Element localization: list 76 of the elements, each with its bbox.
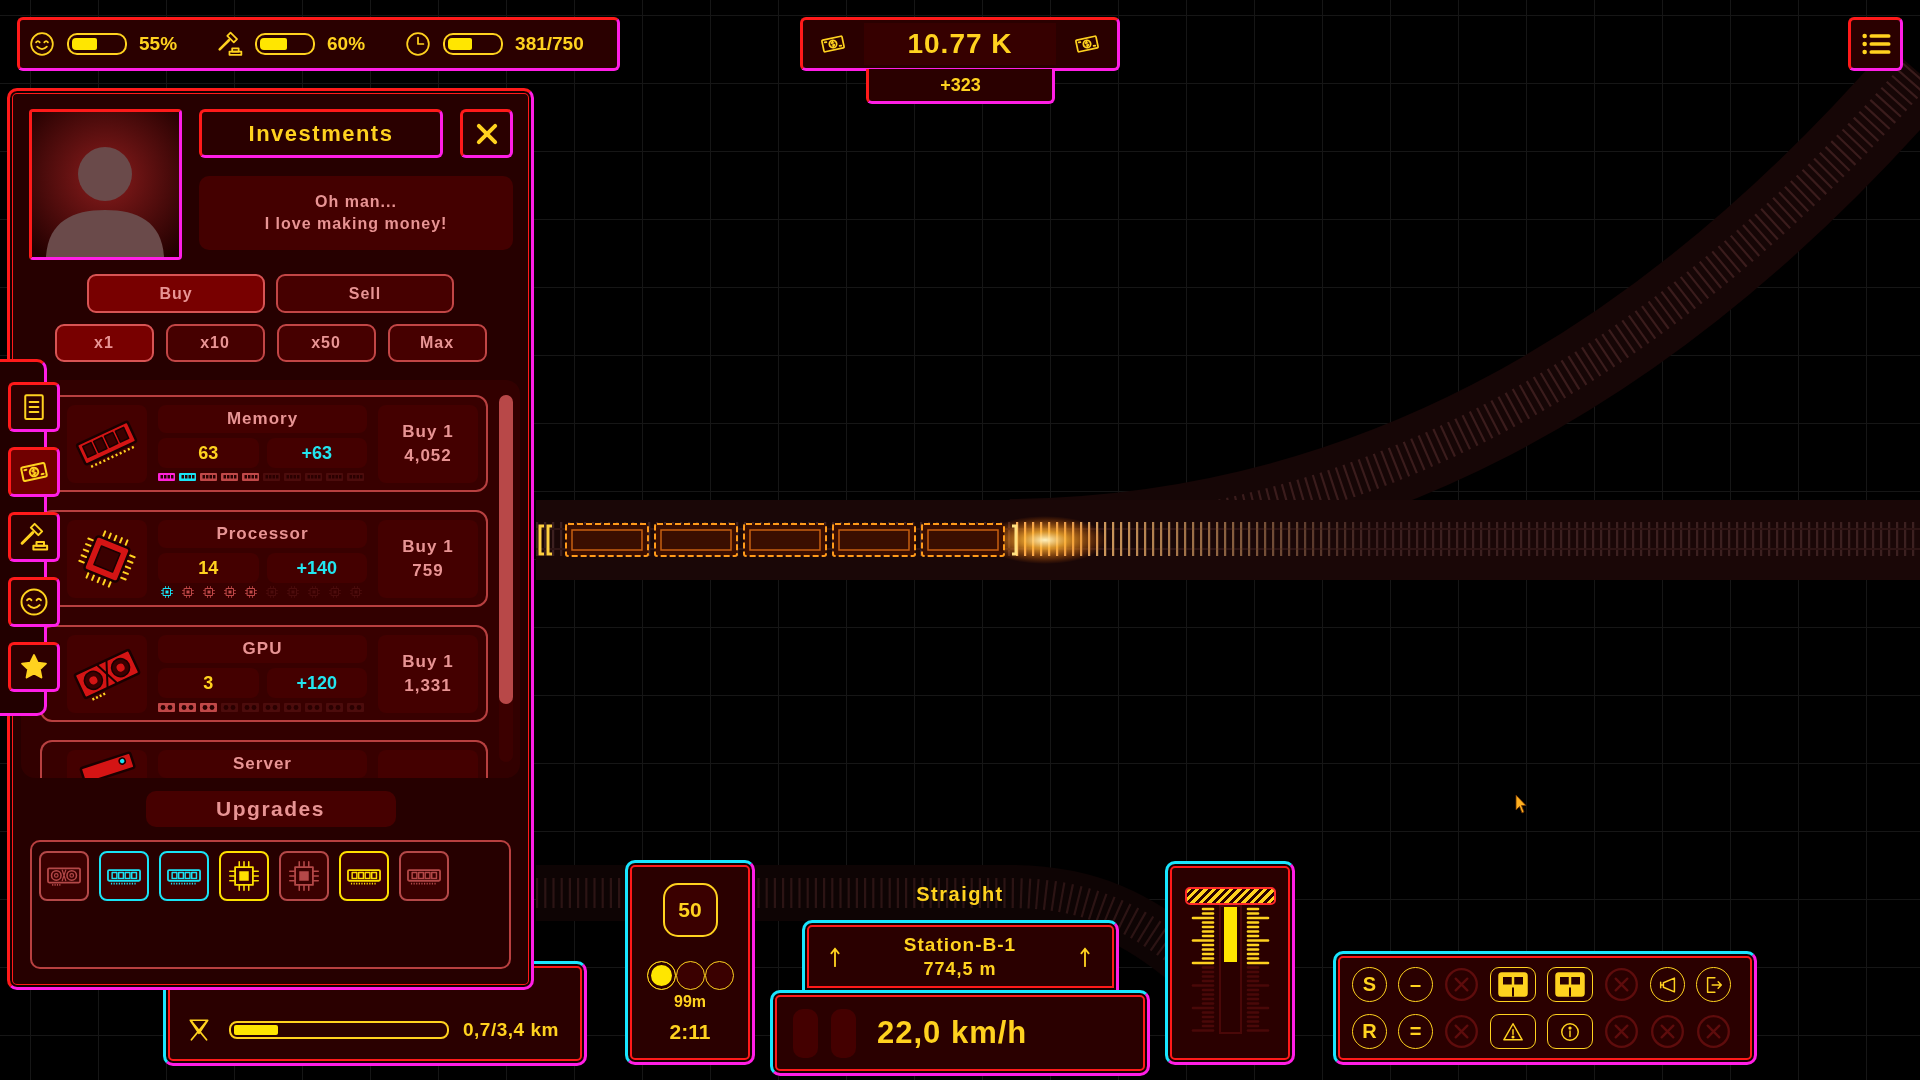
side-tab[interactable] (8, 512, 60, 562)
throttle-handle[interactable] (1184, 887, 1276, 905)
speed-reading: 22,0 km/h (877, 1015, 1028, 1051)
control-button[interactable]: S (1352, 967, 1387, 1002)
memory-icon (67, 405, 147, 483)
gpu-icon (67, 635, 147, 713)
money-amount: 10.77 K (864, 23, 1056, 65)
income-rate: +140 (266, 553, 367, 583)
income-rate: +120 (266, 668, 367, 698)
exit-button[interactable] (1696, 967, 1731, 1002)
info-icon (1559, 1020, 1581, 1043)
menu-button[interactable] (1848, 17, 1903, 71)
stat-reading: 55% (139, 33, 178, 55)
close-button[interactable] (460, 109, 513, 158)
item-name: Processor (158, 520, 367, 548)
owned-count: 63 (158, 438, 259, 468)
gavel-icon (19, 522, 49, 552)
doors-icon (1555, 972, 1585, 997)
station-distance: 774,5 m (923, 958, 997, 980)
smile-icon (19, 587, 49, 617)
side-tab[interactable] (8, 642, 60, 692)
warning-button[interactable] (1490, 1014, 1536, 1049)
arrow-up-icon (1079, 945, 1092, 968)
arrow-up-icon (828, 945, 841, 968)
signal-time: 2:11 (669, 1020, 711, 1044)
cross-icon (1444, 1014, 1479, 1049)
cross-icon (1650, 1014, 1685, 1049)
buy-button[interactable]: Buy 1 759 (378, 520, 478, 598)
income-display: +323 (866, 69, 1055, 104)
trip-reading: 0,7/3,4 km (463, 1019, 559, 1041)
panel-title: Investments (199, 109, 443, 158)
cross-icon (1604, 967, 1639, 1002)
star-icon (19, 652, 49, 682)
quantity-tab[interactable]: x50 (276, 324, 376, 362)
station-name: Station-B-1 (903, 933, 1017, 956)
warning-icon (1502, 1020, 1524, 1043)
control-button[interactable]: – (1398, 967, 1433, 1002)
info-button[interactable] (1547, 1014, 1593, 1049)
quantity-tab[interactable]: x10 (165, 324, 265, 362)
cursor-icon (1515, 794, 1527, 814)
item-name: Memory (158, 405, 367, 433)
speech-bubble: Oh man... I love making money! (199, 176, 513, 250)
doors-icon (1498, 972, 1528, 997)
speed-limit-sign: 50 (662, 883, 718, 937)
control-button[interactable]: R (1352, 1014, 1387, 1049)
cross-icon (1444, 967, 1479, 1002)
track-label: Straight (916, 883, 1004, 906)
doors-button[interactable] (1490, 967, 1536, 1002)
scrollbar-thumb[interactable] (499, 395, 513, 704)
cross-icon (1604, 1014, 1639, 1049)
stat-reading: 60% (327, 33, 366, 55)
buy-button[interactable]: Buy 1 1,331 (378, 635, 478, 713)
mode-tab[interactable]: Sell (276, 274, 454, 313)
item-name: Server (158, 750, 367, 778)
quantity-tab[interactable]: x1 (54, 324, 154, 362)
side-tab[interactable] (8, 382, 60, 432)
chip-icon (67, 520, 147, 598)
stat-reading: 381/750 (515, 33, 584, 55)
gavel-icon (217, 31, 244, 57)
cross-icon (1696, 1014, 1731, 1049)
item-name: GPU (158, 635, 367, 663)
smile-icon (29, 31, 55, 57)
owned-count: 14 (158, 553, 259, 583)
mode-tab[interactable]: Buy (87, 274, 265, 313)
side-tab[interactable] (8, 447, 60, 497)
doors-button[interactable] (1547, 967, 1593, 1002)
side-tab[interactable] (8, 577, 60, 627)
signal-distance: 99m (674, 993, 706, 1011)
buy-button[interactable]: Buy 1 4,052 (378, 405, 478, 483)
clock-icon (405, 31, 432, 57)
owned-count: 3 (158, 668, 259, 698)
horn-button[interactable] (1650, 967, 1685, 1002)
control-button[interactable]: = (1398, 1014, 1433, 1049)
quantity-tab[interactable]: Max (387, 324, 487, 362)
section-title: Upgrades (145, 791, 396, 827)
income-rate: +63 (266, 438, 367, 468)
